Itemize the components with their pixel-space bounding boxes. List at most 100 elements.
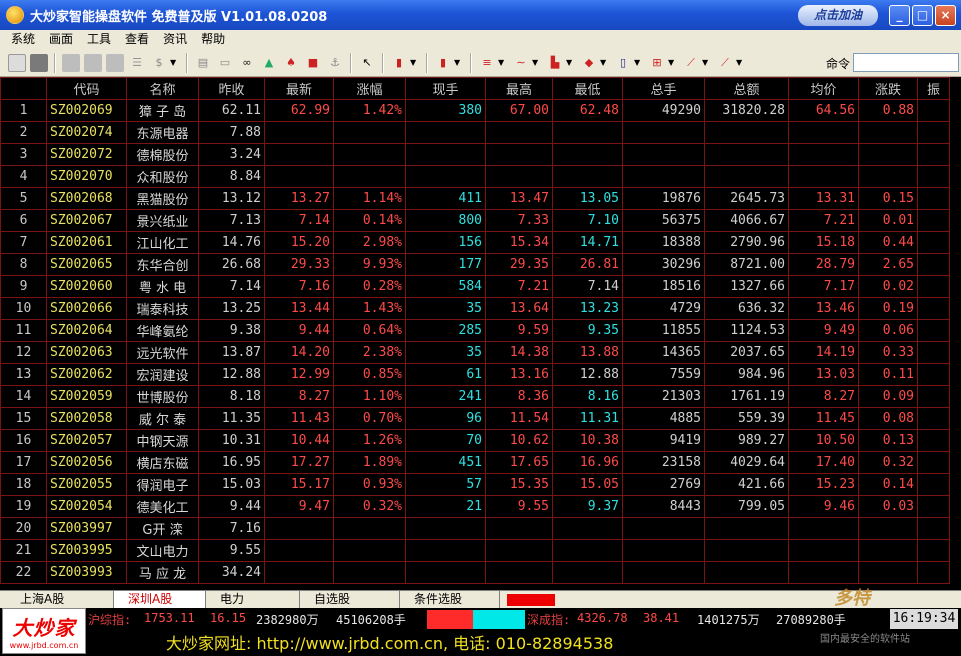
col-low[interactable]: 最低 [552,77,623,100]
col-average[interactable]: 均价 [788,77,859,100]
table-row[interactable]: 20 SZ003997 G开 滦 7.16 [0,517,950,540]
alarm-icon[interactable]: ♠ [282,54,300,72]
total-volume: 4729 [622,297,705,320]
bar-indicator-icon[interactable]: ▙ [546,54,564,72]
chevron-down-icon[interactable]: ▼ [410,58,418,67]
indicator-icon[interactable]: ≡ [478,54,496,72]
table-row[interactable]: 6 SZ002067 景兴纸业 7.13 7.14 0.14% 800 7.33 7.10 563… [0,209,950,232]
table-row[interactable]: 12 SZ002063 远光软件 13.87 14.20 2.38% 35 14.38 13.8… [0,341,950,364]
table-row[interactable]: 10 SZ002066 瑞泰科技 13.25 13.44 1.43% 35 13.64 13.2… [0,297,950,320]
chevron-down-icon[interactable]: ▼ [600,58,608,67]
col-name[interactable]: 名称 [126,77,199,100]
table-row[interactable]: 2 SZ002074 东源电器 7.88 [0,121,950,144]
table-row[interactable]: 21 SZ003995 文山电力 9.55 [0,539,950,562]
menu-info[interactable]: 资讯 [156,30,194,49]
table-row[interactable]: 19 SZ002054 德美化工 9.44 9.47 0.32% 21 9.55 9.37 844… [0,495,950,518]
tab-power[interactable]: 电力 [206,591,300,608]
notes-icon[interactable]: ▤ [194,54,212,72]
table-row[interactable]: 4 SZ002070 众和股份 8.84 [0,165,950,188]
stock-name: 华峰氨纶 [126,319,199,342]
period-icon[interactable]: ▮ [434,54,452,72]
table-row[interactable]: 16 SZ002057 中钢天源 10.31 10.44 1.26% 70 10.62 10.3… [0,429,950,452]
warning-icon[interactable]: ■ [304,54,322,72]
close-button[interactable]: × [935,5,956,26]
table-row[interactable]: 8 SZ002065 东华合创 26.68 29.33 9.93% 177 29.35 26.8… [0,253,950,276]
tab-watchlist[interactable]: 自选股 [300,591,400,608]
table-row[interactable]: 13 SZ002062 宏润建设 12.88 12.99 0.85% 61 13.16 12.8… [0,363,950,386]
sponsor-button[interactable]: 点击加油 [798,5,878,26]
prev-close: 11.35 [198,407,265,430]
anchor-icon[interactable]: ⚓ [326,54,344,72]
grid-icon[interactable] [84,53,102,72]
menu-help[interactable]: 帮助 [194,30,232,49]
binoculars-icon[interactable]: ∞ [238,54,256,72]
table-row[interactable]: 7 SZ002061 江山化工 14.76 15.20 2.98% 156 15.34 14.7… [0,231,950,254]
current-volume: 70 [405,429,486,452]
chevron-down-icon[interactable]: ▼ [702,58,710,67]
change-pct: 9.93% [333,253,406,276]
chevron-down-icon[interactable]: ▼ [736,58,744,67]
list-icon[interactable] [106,53,124,72]
col-change[interactable]: 涨跌 [858,77,918,100]
chevron-down-icon[interactable]: ▼ [498,58,506,67]
table-row[interactable]: 17 SZ002056 横店东磁 16.95 17.27 1.89% 451 17.65 16.… [0,451,950,474]
col-amplitude[interactable]: 振 [917,77,950,100]
stack-icon[interactable]: ☰ [128,54,146,72]
chevron-down-icon[interactable]: ▼ [566,58,574,67]
minimize-button[interactable]: _ [889,5,910,26]
change [858,561,918,584]
tab-shenzhen-a[interactable]: 深圳A股 [114,591,206,608]
menu-view-screen[interactable]: 画面 [42,30,80,49]
col-prev-close[interactable]: 昨收 [198,77,265,100]
menu-system[interactable]: 系统 [4,30,42,49]
chevron-down-icon[interactable]: ▼ [454,58,462,67]
chevron-down-icon[interactable]: ▼ [668,58,676,67]
change-pct: 2.38% [333,341,406,364]
table-row[interactable]: 14 SZ002059 世博股份 8.18 8.27 1.10% 241 8.36 8.16 21… [0,385,950,408]
col-high[interactable]: 最高 [485,77,553,100]
menu-view[interactable]: 查看 [118,30,156,49]
col-change-pct[interactable]: 涨幅 [333,77,406,100]
help-cursor-icon[interactable]: ↖ [358,54,376,72]
network-icon[interactable]: ▲ [260,54,278,72]
table-row[interactable]: 9 SZ002060 粤 水 电 7.14 7.16 0.28% 584 7.21 7.14 18… [0,275,950,298]
compare-icon[interactable]: ⊞ [648,54,666,72]
wave-icon[interactable]: ∼ [512,54,530,72]
draw-icon[interactable]: ⟋ [716,54,734,72]
table-row[interactable]: 11 SZ002064 华峰氨纶 9.38 9.44 0.64% 285 9.59 9.35 11… [0,319,950,342]
table-row[interactable]: 5 SZ002068 黑猫股份 13.12 13.27 1.14% 411 13.47 13.0… [0,187,950,210]
chevron-down-icon[interactable]: ▼ [170,58,178,67]
last-price: 13.44 [264,297,334,320]
volume-icon[interactable]: ▯ [614,54,632,72]
dollar-icon[interactable]: $ [150,54,168,72]
kline-icon[interactable]: ▮ [390,54,408,72]
maximize-button[interactable]: □ [912,5,933,26]
chart-icon[interactable] [62,53,80,72]
quote-board-icon[interactable] [30,53,48,72]
chevron-down-icon[interactable]: ▼ [532,58,540,67]
trend-icon[interactable]: ⟋ [682,54,700,72]
col-index[interactable] [0,77,47,100]
col-total-volume[interactable]: 总手 [622,77,705,100]
col-last[interactable]: 最新 [264,77,334,100]
split-icon[interactable] [8,53,26,72]
table-row[interactable]: 22 SZ003993 马 应 龙 34.24 [0,561,950,584]
candle-icon[interactable]: ◆ [580,54,598,72]
row-index: 22 [0,561,47,584]
tab-condition-screen[interactable]: 条件选股 [400,591,500,608]
table-row[interactable]: 15 SZ002058 威 尔 泰 11.35 11.43 0.70% 96 11.54 11.… [0,407,950,430]
current-volume: 241 [405,385,486,408]
table-row[interactable]: 18 SZ002055 得润电子 15.03 15.17 0.93% 57 15.35 15.0… [0,473,950,496]
table-row[interactable]: 1 SZ002069 獐 子 岛 62.11 62.99 1.42% 380 67.00 62.… [0,99,950,122]
total-volume [622,165,705,188]
col-current-volume[interactable]: 现手 [405,77,486,100]
command-input[interactable] [853,53,959,72]
horizontal-scrollbar[interactable] [507,594,555,606]
print-icon[interactable]: ▭ [216,54,234,72]
col-amount[interactable]: 总额 [704,77,789,100]
table-row[interactable]: 3 SZ002072 德棉股份 3.24 [0,143,950,166]
chevron-down-icon[interactable]: ▼ [634,58,642,67]
menu-tools[interactable]: 工具 [80,30,118,49]
tab-shanghai-a[interactable]: 上海A股 [6,591,114,608]
col-code[interactable]: 代码 [46,77,127,100]
